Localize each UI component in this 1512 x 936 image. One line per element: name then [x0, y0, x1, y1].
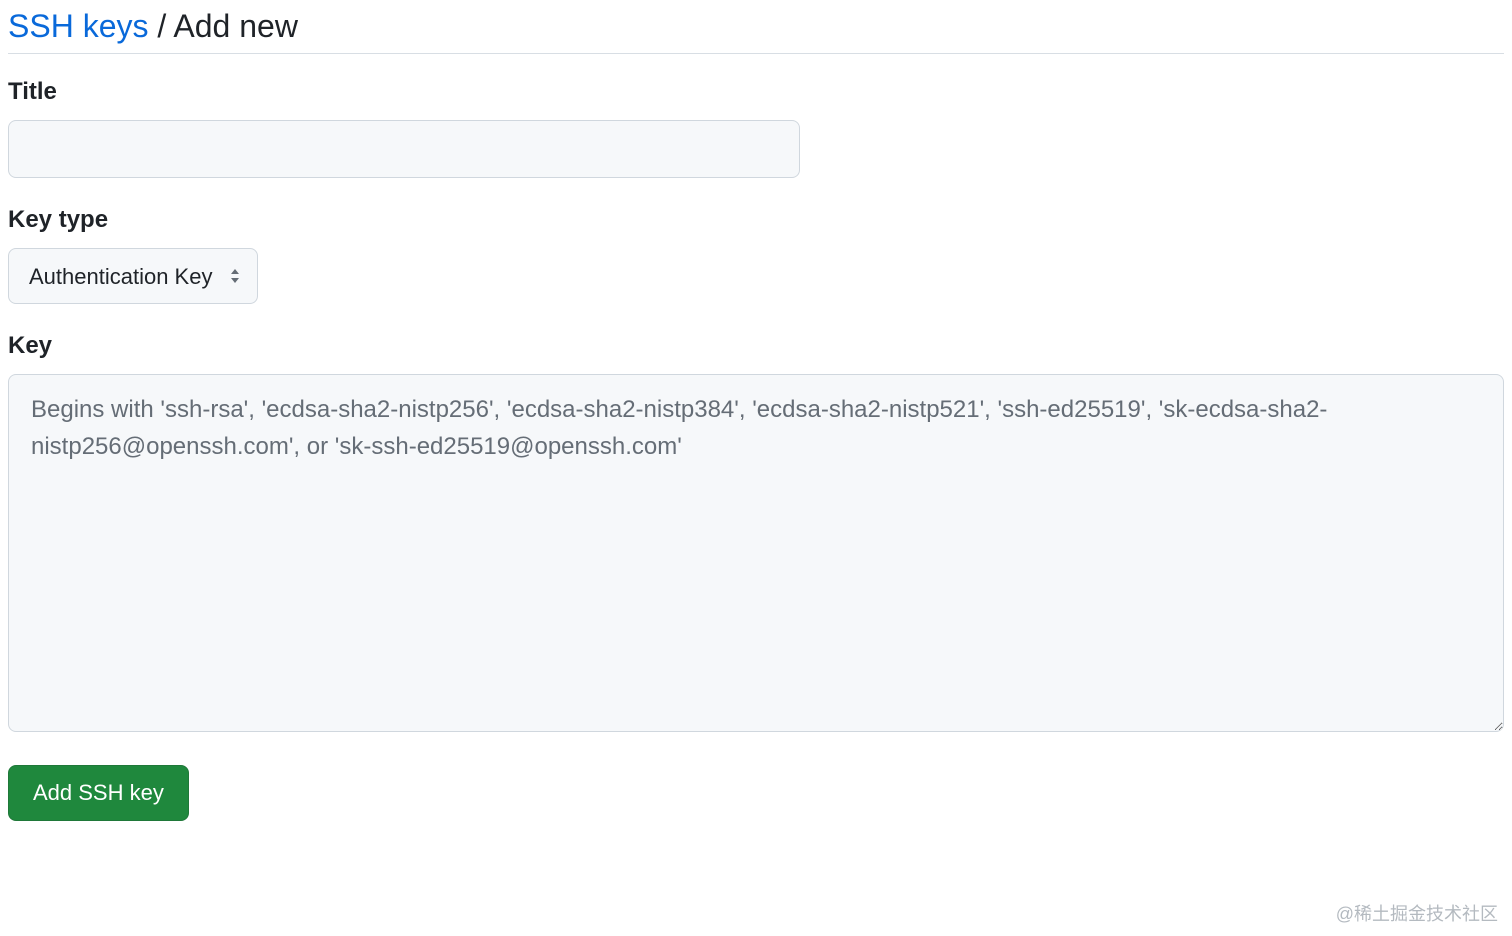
title-label: Title [8, 78, 1504, 106]
watermark: @稀土掘金技术社区 [1336, 900, 1498, 926]
key-field-group: Key [8, 332, 1504, 737]
breadcrumb-separator: / [148, 8, 173, 44]
key-type-field-group: Key type Authentication Key [8, 206, 1504, 304]
add-ssh-key-button[interactable]: Add SSH key [8, 765, 189, 821]
key-type-select[interactable]: Authentication Key [8, 248, 258, 304]
key-type-label: Key type [8, 206, 1504, 234]
key-textarea[interactable] [8, 374, 1504, 732]
breadcrumb-current: Add new [173, 8, 298, 44]
title-field-group: Title [8, 78, 1504, 178]
ssh-keys-link[interactable]: SSH keys [8, 8, 148, 44]
title-input[interactable] [8, 120, 800, 178]
key-label: Key [8, 332, 1504, 360]
breadcrumb: SSH keys / Add new [8, 8, 1504, 54]
